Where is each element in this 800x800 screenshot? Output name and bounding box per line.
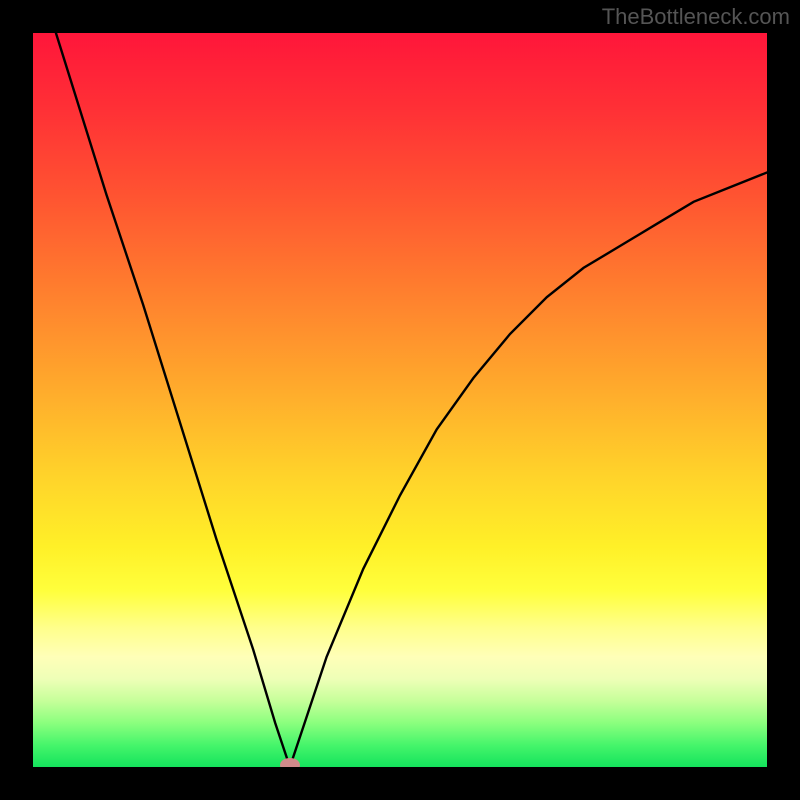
plot-area xyxy=(33,33,767,767)
optimal-point-marker xyxy=(280,758,300,767)
chart-root: TheBottleneck.com xyxy=(0,0,800,800)
watermark-text: TheBottleneck.com xyxy=(602,4,790,30)
curve-layer xyxy=(33,33,767,767)
bottleneck-curve-path xyxy=(33,33,767,767)
